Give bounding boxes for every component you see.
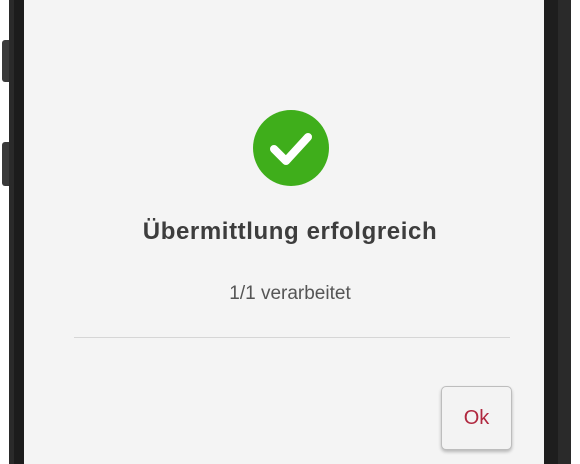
dialog-divider bbox=[74, 337, 510, 338]
phone-bezel-right bbox=[544, 0, 558, 464]
ok-button-label: Ok bbox=[463, 406, 490, 429]
phone-bezel-left bbox=[14, 0, 24, 464]
dialog-title: Übermittlung erfolgreich bbox=[142, 218, 438, 245]
checkmark-icon bbox=[270, 133, 312, 165]
app-viewport: Übermittlung erfolgreich 1/1 verarbeitet… bbox=[0, 0, 580, 464]
ok-button[interactable]: Ok bbox=[441, 386, 512, 450]
check-circle-icon bbox=[253, 110, 329, 186]
dialog-status-text: 1/1 verarbeitet bbox=[229, 283, 351, 304]
